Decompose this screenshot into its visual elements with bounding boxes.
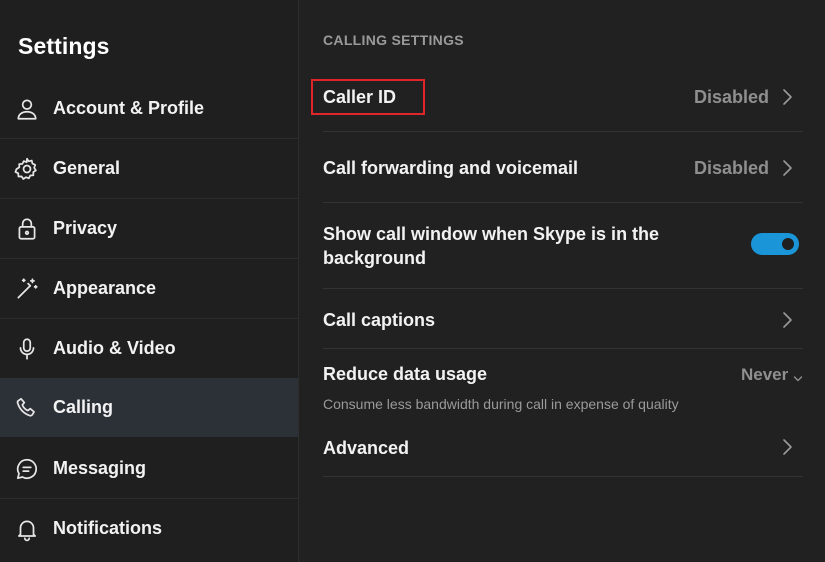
sidebar-item-general[interactable]: General: [0, 139, 298, 198]
advanced-label: Advanced: [323, 438, 410, 458]
call-captions-label: Call captions: [323, 310, 436, 330]
lock-icon: [13, 215, 41, 243]
sidebar-item-account-profile[interactable]: Account & Profile: [0, 79, 298, 138]
sidebar-item-label: Calling: [53, 397, 114, 417]
person-icon: [13, 95, 41, 123]
call-captions-row[interactable]: Call captions: [323, 306, 803, 342]
chevron-right-icon: [780, 311, 794, 329]
row-divider: [323, 348, 803, 349]
row-divider: [323, 476, 803, 477]
sidebar-item-label: Account & Profile: [53, 98, 205, 118]
microphone-icon: [13, 335, 41, 363]
call-forwarding-value: Disabled: [694, 158, 770, 178]
settings-window: Settings Account & Profile General Priva…: [0, 0, 825, 562]
call-forwarding-row[interactable]: Call forwarding and voicemail Disabled: [323, 150, 803, 190]
magic-wand-icon: [13, 275, 41, 303]
sidebar-item-label: Audio & Video: [53, 338, 176, 358]
row-divider: [323, 202, 803, 203]
show-call-window-label-line2: background: [323, 248, 427, 268]
chevron-down-icon[interactable]: [793, 370, 803, 382]
sidebar-item-messaging[interactable]: Messaging: [0, 439, 298, 498]
row-divider: [323, 288, 803, 289]
toggle-knob: [782, 238, 794, 250]
show-call-window-label-line1: Show call window when Skype is in the: [323, 224, 660, 244]
chevron-right-icon: [780, 159, 794, 177]
reduce-data-usage-dropdown[interactable]: Never: [741, 365, 788, 385]
call-forwarding-label: Call forwarding and voicemail: [323, 158, 579, 178]
reduce-data-usage-label: Reduce data usage: [323, 364, 488, 384]
sidebar-item-appearance[interactable]: Appearance: [0, 259, 298, 318]
sidebar-item-notifications[interactable]: Notifications: [0, 499, 298, 558]
chevron-right-icon: [780, 438, 794, 456]
chat-bubble-icon: [13, 455, 41, 483]
caller-id-highlight-box: [311, 79, 425, 115]
sidebar-item-label: Appearance: [53, 278, 157, 298]
show-call-window-row: Show call window when Skype is in the ba…: [323, 222, 803, 274]
chevron-right-icon: [780, 88, 794, 106]
sidebar-item-audio-video[interactable]: Audio & Video: [0, 319, 298, 378]
advanced-row[interactable]: Advanced: [323, 434, 803, 464]
sidebar-item-calling[interactable]: Calling: [0, 378, 298, 437]
calling-settings-panel: CALLING SETTINGS Caller ID Disabled Call…: [299, 0, 825, 562]
section-title: CALLING SETTINGS: [323, 32, 464, 48]
sidebar-item-label: Messaging: [53, 458, 147, 478]
reduce-data-usage-row: Reduce data usage: [323, 362, 803, 390]
caller-id-value: Disabled: [694, 87, 770, 107]
sidebar-item-privacy[interactable]: Privacy: [0, 199, 298, 258]
phone-icon: [13, 394, 41, 422]
settings-sidebar: Settings Account & Profile General Priva…: [0, 0, 299, 562]
sidebar-item-label: Notifications: [53, 518, 163, 538]
reduce-data-usage-description: Consume less bandwidth during call in ex…: [323, 396, 679, 412]
gear-icon: [13, 155, 41, 183]
sidebar-item-label: Privacy: [53, 218, 118, 238]
sidebar-title: Settings: [18, 33, 110, 59]
show-call-window-toggle[interactable]: [751, 233, 799, 255]
row-divider: [323, 131, 803, 132]
sidebar-item-label: General: [53, 158, 121, 178]
bell-icon: [13, 515, 41, 543]
